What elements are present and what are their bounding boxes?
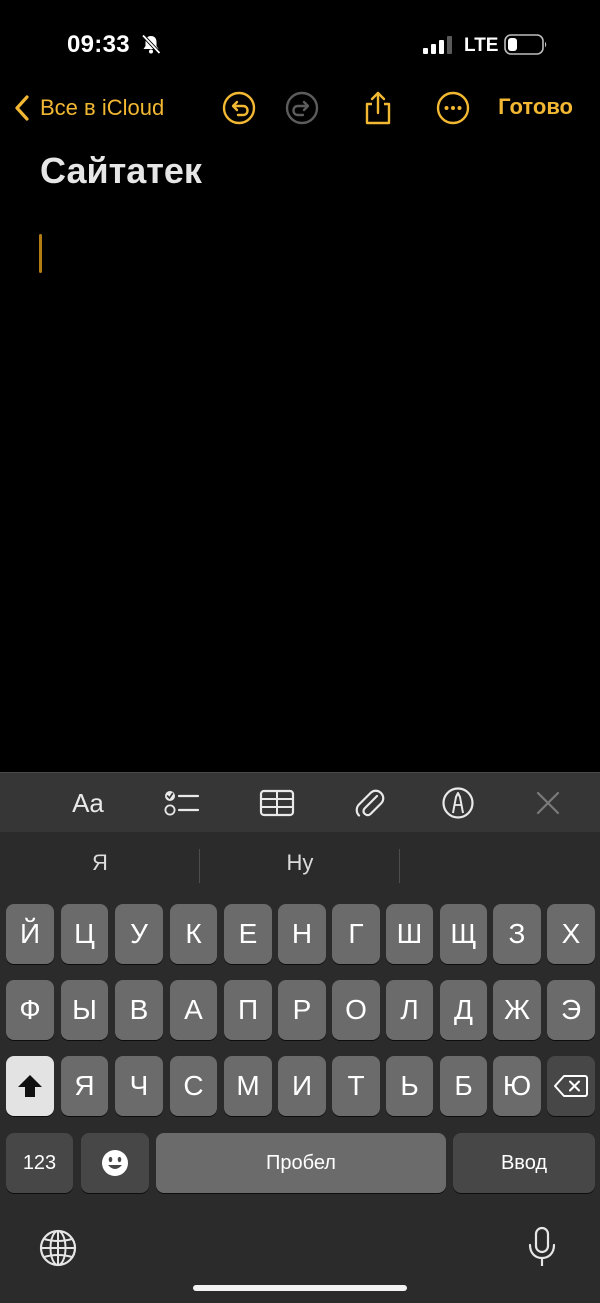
key[interactable]: В (115, 980, 163, 1040)
back-button[interactable]: Все в iCloud (14, 90, 164, 126)
emoji-icon (102, 1150, 128, 1176)
key[interactable]: Э (547, 980, 595, 1040)
key[interactable]: Н (278, 904, 326, 964)
status-bar: 09:33 LTE (0, 0, 600, 90)
redo-icon[interactable] (284, 90, 320, 126)
key[interactable]: М (224, 1056, 272, 1116)
key[interactable]: Д (440, 980, 487, 1040)
bell-slash-icon (141, 34, 161, 55)
microphone-icon[interactable] (527, 1226, 557, 1268)
delete-key[interactable] (547, 1056, 595, 1116)
format-toolbar: Aa (0, 772, 600, 832)
key[interactable]: Х (547, 904, 595, 964)
key[interactable]: Ц (61, 904, 108, 964)
checklist-icon (164, 791, 200, 816)
battery-icon (504, 34, 547, 55)
network-type: LTE (464, 35, 499, 56)
key[interactable]: Ю (493, 1056, 541, 1116)
key[interactable]: А (170, 980, 217, 1040)
status-time: 09:33 (67, 31, 130, 58)
space-key[interactable]: Пробел (156, 1133, 446, 1193)
chevron-left-icon (15, 95, 29, 121)
key[interactable]: У (115, 904, 163, 964)
key[interactable]: С (170, 1056, 217, 1116)
key[interactable]: О (332, 980, 380, 1040)
keyboard: Я Ну Й Ц У К Е Н Г Ш Щ З Х Ф Ы В А П Р О… (0, 832, 600, 1303)
key[interactable]: Щ (440, 904, 487, 964)
key[interactable]: Т (332, 1056, 380, 1116)
markup-pen-icon (442, 787, 474, 819)
suggestion-item[interactable]: Ну (200, 850, 400, 876)
shift-icon (18, 1075, 42, 1097)
key[interactable]: Л (386, 980, 433, 1040)
attachment-button[interactable] (349, 783, 389, 823)
key[interactable]: Е (224, 904, 272, 964)
markup-button[interactable] (438, 783, 478, 823)
text-style-button[interactable]: Aa (68, 783, 108, 823)
checklist-button[interactable] (162, 783, 202, 823)
key[interactable]: Я (61, 1056, 108, 1116)
cellular-signal-icon (423, 36, 452, 54)
key[interactable]: Ч (115, 1056, 163, 1116)
key[interactable]: К (170, 904, 217, 964)
text-cursor (39, 234, 42, 273)
more-icon[interactable] (435, 90, 471, 126)
key[interactable]: Ь (386, 1056, 433, 1116)
key[interactable]: Б (440, 1056, 487, 1116)
return-key[interactable]: Ввод (453, 1133, 595, 1193)
close-toolbar-button[interactable] (528, 783, 568, 823)
key[interactable]: Ф (6, 980, 54, 1040)
shift-key[interactable] (6, 1056, 54, 1116)
share-icon[interactable] (360, 90, 396, 126)
delete-icon (554, 1075, 588, 1097)
suggestion-bar: Я Ну (0, 832, 600, 898)
key[interactable]: З (493, 904, 541, 964)
notes-screen: 09:33 LTE Все в iCloud Готово Сайтатек A… (0, 0, 600, 1303)
paperclip-icon (355, 789, 385, 817)
key[interactable]: Й (6, 904, 54, 964)
table-button[interactable] (257, 783, 297, 823)
key[interactable]: Ы (61, 980, 108, 1040)
home-indicator[interactable] (193, 1285, 407, 1291)
key[interactable]: Р (278, 980, 326, 1040)
note-title[interactable]: Сайтатек (40, 150, 202, 192)
key[interactable]: И (278, 1056, 326, 1116)
key[interactable]: Ш (386, 904, 433, 964)
close-icon (536, 791, 560, 815)
key[interactable]: Ж (493, 980, 541, 1040)
done-button[interactable]: Готово (498, 94, 573, 120)
navigation-bar: Все в iCloud Готово (0, 82, 600, 134)
globe-icon[interactable] (38, 1228, 78, 1268)
emoji-key[interactable] (81, 1133, 149, 1193)
table-icon (259, 789, 295, 817)
key[interactable]: Г (332, 904, 380, 964)
suggestion-divider (399, 849, 400, 883)
suggestion-item[interactable]: Я (0, 850, 200, 876)
back-label: Все в iCloud (40, 95, 165, 120)
key[interactable]: П (224, 980, 272, 1040)
numbers-key[interactable]: 123 (6, 1133, 73, 1193)
undo-icon[interactable] (221, 90, 257, 126)
